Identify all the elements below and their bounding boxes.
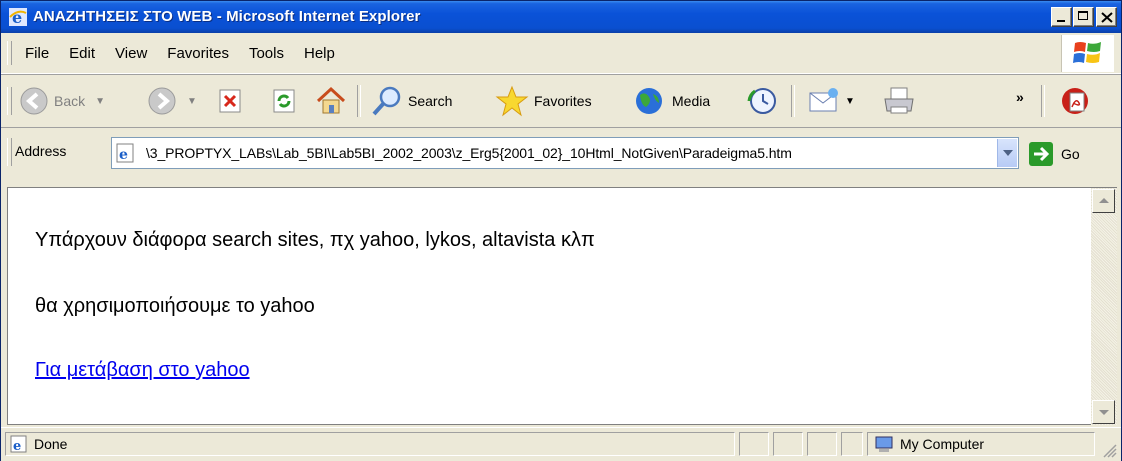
search-icon	[372, 86, 401, 116]
address-label: Address	[15, 143, 67, 159]
refresh-button[interactable]	[271, 83, 297, 119]
status-text: Done	[34, 436, 68, 452]
menu-bar: File Edit View Favorites Tools Help	[1, 33, 1121, 74]
toolbar-separator	[791, 85, 795, 117]
content-line-1: Υπάρχουν διάφορα search sites, πχ yahoo,…	[35, 229, 595, 251]
media-label: Media	[672, 93, 711, 109]
back-dropdown-icon[interactable]: ▼	[95, 96, 105, 107]
maximize-button[interactable]	[1073, 7, 1094, 27]
status-pane	[841, 432, 863, 456]
acrobat-button[interactable]	[1059, 83, 1093, 119]
adobe-pdf-icon	[1062, 88, 1088, 114]
resize-grip-icon[interactable]	[1101, 442, 1117, 458]
forward-button[interactable]: ▼	[147, 83, 197, 119]
svg-text:e: e	[119, 147, 128, 163]
printer-icon	[884, 87, 914, 114]
toolbar-overflow-chevron[interactable]: »	[1016, 89, 1024, 105]
address-input[interactable]: e \3_PROPTYX_LABs\Lab_5BI\Lab5BI_2002_20…	[111, 137, 1019, 169]
stop-button[interactable]	[217, 83, 243, 119]
favorites-label: Favorites	[534, 93, 592, 109]
yahoo-link[interactable]: Για μετάβαση στο yahoo	[35, 359, 250, 382]
menu-help[interactable]: Help	[304, 45, 335, 62]
minimize-button[interactable]	[1051, 7, 1072, 27]
close-button[interactable]	[1096, 7, 1117, 27]
forward-dropdown-icon[interactable]: ▼	[187, 96, 197, 107]
status-pane-main: e Done	[5, 432, 735, 456]
stop-icon	[219, 89, 241, 113]
address-grip[interactable]	[7, 138, 12, 166]
search-label: Search	[408, 93, 453, 109]
menu-file[interactable]: File	[25, 45, 49, 62]
security-zone-pane: My Computer	[867, 432, 1095, 456]
history-button[interactable]	[745, 83, 779, 119]
history-clock-icon	[747, 88, 776, 114]
menu-favorites[interactable]: Favorites	[167, 45, 229, 62]
status-pane	[773, 432, 803, 456]
my-computer-icon	[875, 436, 893, 452]
status-pane	[739, 432, 769, 456]
home-button[interactable]	[315, 83, 347, 119]
media-button[interactable]: Media	[633, 83, 710, 119]
address-bar: Address e \3_PROPTYX_LABs\Lab_5BI\Lab5BI…	[1, 127, 1121, 180]
forward-arrow-icon	[148, 87, 176, 115]
mail-button[interactable]: ▼	[807, 83, 855, 119]
back-button[interactable]: Back ▼	[19, 83, 105, 119]
go-label: Go	[1061, 146, 1080, 162]
home-icon	[316, 86, 346, 114]
content-line-2: θα χρησιμοποιήσουμε το yahoo	[35, 295, 315, 317]
toolbar-grip[interactable]	[7, 87, 12, 115]
page-done-icon: e	[10, 435, 27, 453]
page-icon: e	[116, 143, 134, 163]
scroll-down-button[interactable]	[1092, 400, 1115, 424]
favorites-star-icon	[495, 85, 529, 117]
address-dropdown-button[interactable]	[997, 139, 1017, 167]
security-zone-text: My Computer	[900, 436, 985, 452]
print-button[interactable]	[881, 83, 917, 119]
menu-grip[interactable]	[7, 41, 12, 65]
title-bar[interactable]: e ΑΝΑΖΗΤΗΣΕΙΣ ΣΤΟ WEB - Microsoft Intern…	[1, 1, 1121, 33]
windows-logo-icon	[1061, 35, 1114, 72]
toolbar-separator	[357, 85, 361, 117]
standard-toolbar: Back ▼ ▼ Search Favorites Media ▼ »	[1, 74, 1121, 128]
back-arrow-icon	[20, 87, 48, 115]
search-button[interactable]: Search	[371, 83, 452, 119]
go-button[interactable]: Go	[1029, 140, 1080, 168]
status-bar: e Done My Computer	[1, 427, 1121, 461]
menu-tools[interactable]: Tools	[249, 45, 284, 62]
go-arrow-icon	[1029, 142, 1053, 166]
window-title: ΑΝΑΖΗΤΗΣΕΙΣ ΣΤΟ WEB - Microsoft Internet…	[33, 8, 421, 25]
back-label: Back	[54, 93, 86, 109]
refresh-icon	[273, 89, 295, 113]
mail-dropdown-icon[interactable]: ▼	[845, 96, 855, 107]
ie-logo-icon: e	[9, 8, 27, 26]
menu-view[interactable]: View	[115, 45, 147, 62]
scroll-up-button[interactable]	[1092, 189, 1115, 213]
mail-icon	[809, 88, 838, 112]
close-icon	[1101, 12, 1113, 23]
toolbar-separator	[1041, 85, 1045, 117]
svg-text:e: e	[13, 439, 21, 453]
address-value[interactable]: \3_PROPTYX_LABs\Lab_5BI\Lab5BI_2002_2003…	[146, 145, 792, 161]
menu-edit[interactable]: Edit	[69, 45, 95, 62]
browser-window: e ΑΝΑΖΗΤΗΣΕΙΣ ΣΤΟ WEB - Microsoft Intern…	[0, 0, 1122, 461]
favorites-button[interactable]: Favorites	[495, 83, 592, 119]
vertical-scrollbar[interactable]	[1091, 187, 1117, 425]
status-pane	[807, 432, 837, 456]
media-globe-icon	[636, 88, 662, 114]
